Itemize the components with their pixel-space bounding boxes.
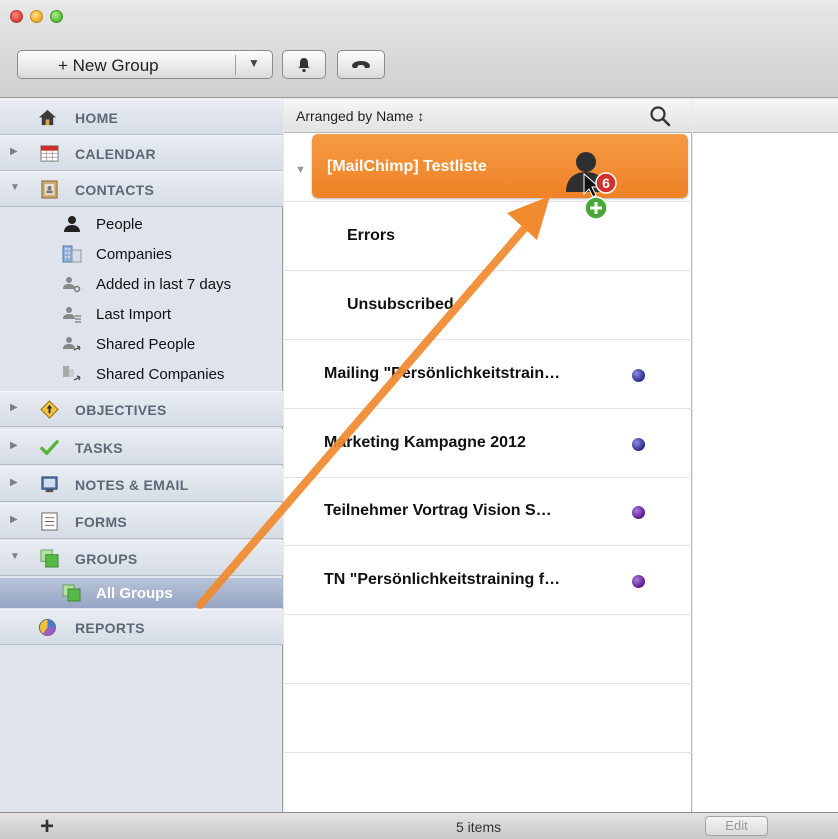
sidebar-item-companies[interactable]: Companies	[0, 239, 283, 269]
disclosure-down-icon[interactable]: ▼	[10, 182, 20, 193]
sidebar-section-forms[interactable]: ▶ FORMS	[0, 503, 283, 539]
list-item[interactable]: Marketing Kampagne 2012	[284, 409, 692, 478]
add-button[interactable]: +	[40, 813, 54, 839]
item-count: 5 items	[456, 819, 502, 835]
group-list: Arranged by Name ↕ Errors Unsubscribed M…	[284, 99, 692, 812]
list-item-label: Unsubscribed	[347, 296, 454, 313]
status-dot	[632, 506, 645, 519]
sidebar-item-people[interactable]: People	[0, 209, 283, 239]
sort-menu[interactable]: Arranged by Name ↕	[296, 108, 424, 124]
sidebar-item-all-groups[interactable]: All Groups	[0, 578, 283, 608]
checkmark-icon	[40, 440, 59, 456]
edit-button[interactable]: Edit	[705, 816, 768, 836]
sidebar-section-contacts[interactable]: ▼ CONTACTS	[0, 171, 283, 207]
sidebar-item-shared-people[interactable]: Shared People	[0, 329, 283, 359]
list-item[interactable]: Unsubscribed	[284, 271, 692, 340]
list-item-label: Teilnehmer Vortrag Vision S…	[324, 502, 552, 519]
sidebar-section-notes-email[interactable]: ▶ NOTES & EMAIL	[0, 466, 283, 502]
sidebar-section-label: OBJECTIVES	[75, 402, 167, 418]
sidebar-section-label: CALENDAR	[75, 146, 156, 162]
sidebar: HOME ▶ CALENDAR ▼ CONTACTS People Compan…	[0, 99, 283, 812]
calendar-icon	[40, 145, 59, 162]
list-item[interactable]: Mailing "Persönlichkeitstrain…	[284, 340, 692, 409]
call-button[interactable]	[337, 50, 385, 79]
drop-target-group[interactable]: [MailChimp] Testliste	[312, 134, 688, 198]
sidebar-section-objectives[interactable]: ▶ OBJECTIVES	[0, 391, 283, 427]
sidebar-section-label: CONTACTS	[75, 182, 155, 198]
status-dot	[632, 369, 645, 382]
sidebar-item-label: Companies	[96, 246, 172, 263]
notes-icon	[41, 476, 58, 493]
form-icon	[41, 512, 58, 531]
sidebar-section-groups[interactable]: ▼ GROUPS	[0, 540, 283, 576]
chevron-down-icon[interactable]: ▼	[248, 56, 260, 70]
status-dot	[632, 438, 645, 451]
sidebar-item-label: All Groups	[96, 585, 173, 602]
sidebar-section-label: TASKS	[75, 440, 123, 456]
zoom-window-button[interactable]	[50, 10, 63, 23]
list-item-label: Errors	[347, 227, 396, 244]
pie-chart-icon	[38, 618, 57, 637]
list-item-label: Mailing "Persönlichkeitstrain…	[324, 365, 561, 382]
disclosure-right-icon[interactable]: ▶	[10, 440, 18, 451]
address-book-icon	[41, 180, 58, 199]
search-icon[interactable]	[649, 105, 671, 127]
status-bar: + 5 items Edit	[0, 812, 838, 839]
groups-icon	[40, 549, 59, 568]
groups-icon	[62, 584, 81, 602]
list-item[interactable]: Errors	[284, 202, 692, 271]
sidebar-section-label: REPORTS	[75, 620, 145, 636]
window-titlebar: + New Group ▼	[0, 0, 838, 98]
status-dot	[632, 575, 645, 588]
building-share-icon	[63, 366, 81, 381]
list-item-label: TN "Persönlichkeitstraining f…	[324, 571, 561, 588]
new-group-label: + New Group	[58, 56, 159, 75]
sidebar-section-label: FORMS	[75, 514, 128, 530]
sidebar-item-label: Last Import	[96, 306, 172, 323]
disclosure-down-icon[interactable]: ▼	[10, 551, 20, 562]
close-window-button[interactable]	[10, 10, 23, 23]
sidebar-section-home[interactable]: HOME	[0, 99, 283, 135]
sidebar-section-reports[interactable]: REPORTS	[0, 609, 283, 645]
objective-icon	[40, 400, 59, 419]
sidebar-item-label: Added in last 7 days	[96, 276, 232, 293]
phone-icon	[352, 60, 370, 68]
list-item-label: Marketing Kampagne 2012	[324, 434, 526, 451]
disclosure-down-icon[interactable]: ▼	[295, 164, 306, 176]
person-share-icon	[63, 337, 81, 351]
sidebar-section-label: GROUPS	[75, 551, 138, 567]
notification-button[interactable]	[282, 50, 326, 79]
list-item[interactable]: TN "Persönlichkeitstraining f…	[284, 546, 692, 615]
sidebar-section-tasks[interactable]: ▶ TASKS	[0, 429, 283, 465]
sidebar-item-label: Shared People	[96, 336, 196, 353]
detail-header	[693, 99, 838, 133]
sidebar-section-label: HOME	[75, 110, 119, 126]
sidebar-item-added-last-7-days[interactable]: Added in last 7 days	[0, 269, 283, 299]
home-icon	[38, 109, 57, 126]
disclosure-right-icon[interactable]: ▶	[10, 146, 18, 157]
disclosure-right-icon[interactable]: ▶	[10, 402, 18, 413]
new-group-separator	[235, 55, 236, 75]
sidebar-section-calendar[interactable]: ▶ CALENDAR	[0, 135, 283, 171]
new-group-button[interactable]: + New Group ▼	[17, 50, 273, 79]
bell-icon	[298, 57, 310, 72]
sidebar-section-label: NOTES & EMAIL	[75, 477, 189, 493]
list-item-empty	[284, 684, 692, 753]
disclosure-right-icon[interactable]: ▶	[10, 514, 18, 525]
disclosure-right-icon[interactable]: ▶	[10, 477, 18, 488]
person-icon	[64, 216, 80, 232]
list-item-empty	[284, 615, 692, 684]
sidebar-item-label: People	[96, 216, 143, 233]
minimize-window-button[interactable]	[30, 10, 43, 23]
building-icon	[62, 245, 82, 263]
sidebar-item-shared-companies[interactable]: Shared Companies	[0, 359, 283, 389]
sidebar-item-label: Shared Companies	[96, 366, 225, 383]
drop-target-label: [MailChimp] Testliste	[327, 158, 487, 175]
list-item[interactable]: Teilnehmer Vortrag Vision S…	[284, 477, 692, 546]
person-list-icon	[63, 307, 81, 323]
sidebar-item-last-import[interactable]: Last Import	[0, 299, 283, 329]
detail-pane	[693, 99, 838, 812]
person-gear-icon	[63, 277, 81, 293]
list-header: Arranged by Name ↕	[284, 99, 692, 133]
